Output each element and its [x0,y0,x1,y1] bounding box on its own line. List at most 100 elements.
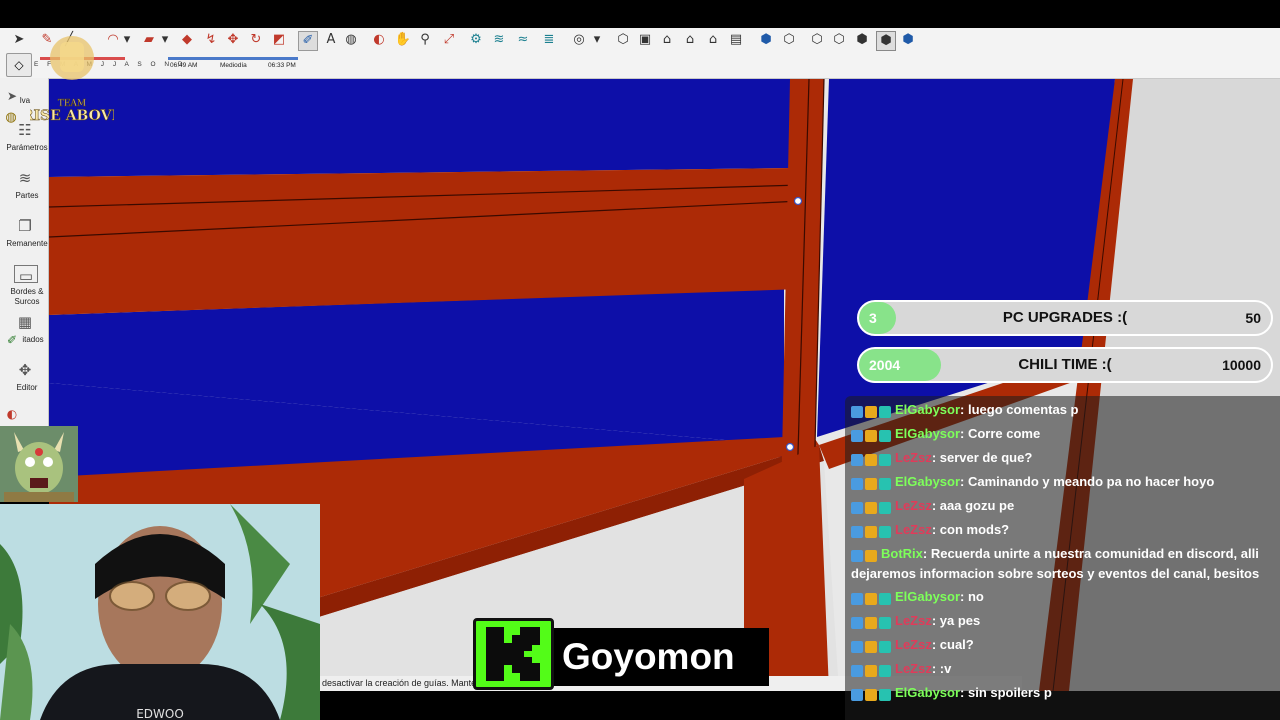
hidden-line-icon[interactable]: ⬡ [830,31,848,49]
goal-target-0: 50 [1245,310,1261,326]
chat-badge-icon [865,405,877,418]
chat-username[interactable]: LeZsz [895,613,932,628]
chat-badge-icon [851,525,863,538]
chat-message: BotRix: Recuerda unirte a nuestra comuni… [851,544,1276,583]
chat-username[interactable]: LeZsz [895,498,932,513]
tape-measure-icon[interactable]: ✐ [298,31,318,51]
chat-username[interactable]: ElGabysor [895,589,960,604]
chat-message: ElGabysor: sin spoilers p [851,683,1276,703]
back-view-icon[interactable]: ⌂ [704,31,722,49]
chat-badge-icon [879,664,891,677]
orbit-icon-small[interactable]: ◐ [4,404,20,424]
copy-icon[interactable]: ❐ [14,216,36,236]
move-icon-left[interactable]: ✥ [14,360,36,380]
component-icon-1[interactable]: ⚙ [467,31,485,49]
scale-icon[interactable]: ◩ [270,31,288,49]
zoom-icon[interactable]: ⚲ [416,31,434,49]
chat-text: : sin spoilers p [960,685,1052,700]
dropdown-icon-2[interactable]: ▾ [156,31,174,49]
chat-badges [851,473,893,492]
component-icon-2[interactable]: ≋ [490,31,508,49]
shaded-icon[interactable]: ⬢ [853,31,871,49]
shadow-toggle-button[interactable]: ◇ [6,53,32,77]
xray-icon[interactable]: ⬢ [757,31,775,49]
time-slider-track[interactable] [168,57,298,60]
back-edges-icon[interactable]: ⬡ [780,31,798,49]
chat-username[interactable]: ElGabysor [895,426,960,441]
right-view-icon[interactable]: ⌂ [681,31,699,49]
chat-badge-icon [865,453,877,466]
style-icon[interactable]: ◎ [570,31,588,49]
goal-title-1: CHILI TIME :( [1018,356,1112,373]
component-icon-4[interactable]: ≣ [540,31,558,49]
chat-badge-icon [879,640,891,653]
chat-badge-icon [865,616,877,629]
chat-badges [851,401,893,420]
streamer-name: Goyomon [554,628,769,686]
chat-username[interactable]: LeZsz [895,661,932,676]
top-black-bar [0,0,1280,28]
chat-username[interactable]: ElGabysor [895,685,960,700]
chat-username[interactable]: ElGabysor [895,474,960,489]
midday-label: Mediodía [220,62,247,69]
left-item-label-3[interactable]: Bordes & Surcos [0,287,54,307]
chat-badges [851,636,893,655]
chat-badge-icon [851,688,863,701]
chat-badge-icon [879,453,891,466]
chat-username[interactable]: LeZsz [895,637,932,652]
shaded-textures-icon[interactable]: ⬢ [876,31,896,51]
chat-badges [851,425,893,444]
chat-text: : aaa gozu pe [931,498,1015,513]
paint-bucket-icon[interactable]: ◍ [342,31,360,49]
left-view-icon[interactable]: ▤ [727,31,745,49]
orbit-icon[interactable]: ◐ [370,31,388,49]
svg-text:EDWOO: EDWOO [136,707,184,720]
fist-logo-icon: TEAM RISE ABOVE [22,36,122,124]
chat-message: LeZsz: :v [851,659,1276,679]
zoom-extents-icon[interactable]: ⤢ [440,31,458,49]
logo-line2: RISE ABOVE [30,108,114,124]
text-tool-icon[interactable]: A [322,31,340,49]
chat-badge-icon [851,592,863,605]
rotate-icon[interactable]: ↻ [247,31,265,49]
webcam-person-image: EDWOO [0,504,320,720]
chat-badge-icon [865,640,877,653]
select-arrow-icon[interactable]: ➤ [10,31,28,49]
goal-bar-pc-upgrades: 3 PC UPGRADES :( 50 [857,300,1273,336]
goal-title-0: PC UPGRADES :( [1002,309,1128,326]
chat-username[interactable]: LeZsz [895,522,932,537]
chat-text: : con mods? [931,522,1010,537]
left-item-label-2[interactable]: Remanente [0,239,54,249]
move-icon[interactable]: ✥ [224,31,242,49]
left-item-label-1[interactable]: Partes [0,191,54,201]
front-view-icon[interactable]: ⌂ [658,31,676,49]
chat-username[interactable]: BotRix [881,546,923,561]
layers-icon[interactable]: ≋ [14,168,36,188]
chat-username[interactable]: ElGabysor [895,402,960,417]
chat-text: : cual? [931,637,974,652]
chat-badge-icon [879,616,891,629]
component-icon-3[interactable]: ≈ [514,31,532,49]
wireframe-icon[interactable]: ⬡ [808,31,826,49]
grid-icon[interactable]: ▦ [14,312,36,332]
team-logo: TEAM RISE ABOVE [22,28,122,128]
iso-view-icon[interactable]: ⬡ [614,31,632,49]
dropdown-icon[interactable]: ▾ [118,31,136,49]
push-pull-icon[interactable]: ◆ [178,31,196,49]
frame-icon[interactable]: ▭ [14,265,38,285]
chat-message: LeZsz: cual? [851,635,1276,655]
chat-message: LeZsz: server de que? [851,448,1276,468]
follow-me-icon[interactable]: ↯ [202,31,220,49]
monochrome-icon[interactable]: ⬢ [899,31,917,49]
left-item-label-0[interactable]: Parámetros [0,143,54,153]
chat-username[interactable]: LeZsz [895,450,932,465]
chat-text: : Caminando y meando pa no hacer hoyo [960,474,1215,489]
top-view-icon[interactable]: ▣ [636,31,654,49]
chat-badges [851,497,893,516]
left-item-label-4[interactable]: itados [18,335,48,345]
pan-icon[interactable]: ✋ [394,31,412,49]
left-item-label-5[interactable]: Editor [0,383,54,393]
chat-badges [851,521,893,540]
dropdown-icon-3[interactable]: ▾ [588,31,606,49]
chat-badge-icon [879,429,891,442]
